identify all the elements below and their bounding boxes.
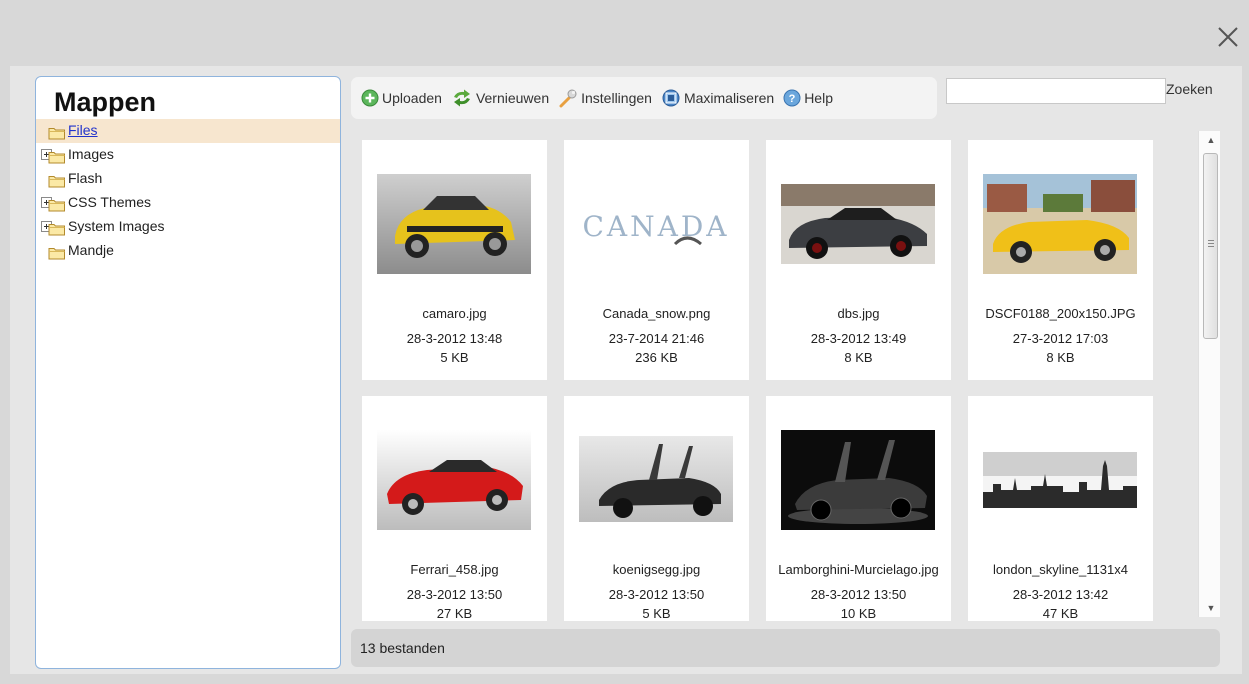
file-tile[interactable]: DSCF0188_200x150.JPG 27-3-2012 17:03 8 KB — [968, 140, 1153, 380]
file-date: 28-3-2012 13:50 — [406, 587, 503, 602]
upload-button[interactable]: Uploaden — [361, 89, 442, 107]
file-size: 236 KB — [635, 350, 678, 365]
file-size: 5 KB — [440, 350, 469, 365]
file-thumbnail — [579, 430, 733, 530]
vertical-scrollbar[interactable]: ▲ ▼ — [1198, 131, 1220, 617]
folder-label: System Images — [68, 218, 165, 234]
settings-button[interactable]: Instellingen — [558, 88, 652, 108]
folder-item[interactable]: System Images — [36, 215, 340, 239]
scroll-down-arrow-icon[interactable]: ▼ — [1199, 599, 1220, 617]
maximize-icon — [662, 89, 680, 107]
file-date: 28-3-2012 13:48 — [406, 331, 503, 346]
file-name: Canada_snow.png — [602, 306, 711, 321]
settings-label: Instellingen — [581, 90, 652, 106]
wrench-icon — [559, 89, 577, 108]
file-thumbnail — [983, 430, 1137, 530]
folder-label: Files — [68, 122, 98, 138]
toolbar: Uploaden Vernieuwen Instellingen Maximal… — [351, 77, 937, 119]
close-icon[interactable] — [1213, 22, 1243, 52]
file-tile[interactable]: koenigsegg.jpg 28-3-2012 13:50 5 KB — [564, 396, 749, 621]
file-grid-area: camaro.jpg 28-3-2012 13:48 5 KB CANADA Canad… — [351, 127, 1220, 621]
refresh-button[interactable]: Vernieuwen — [451, 89, 549, 107]
folder-icon — [48, 148, 66, 164]
file-thumbnail — [377, 430, 531, 530]
folder-item[interactable]: Flash — [36, 167, 340, 191]
file-size: 27 KB — [436, 606, 473, 621]
file-name: koenigsegg.jpg — [612, 562, 701, 577]
file-name: Lamborghini-Murcielago.jpg — [778, 562, 939, 577]
folder-icon — [48, 124, 66, 140]
file-size: 5 KB — [642, 606, 671, 621]
svg-text:CANADA: CANADA — [582, 210, 729, 243]
file-tile[interactable]: Ferrari_458.jpg 28-3-2012 13:50 27 KB — [362, 396, 547, 621]
folder-label: CSS Themes — [68, 194, 151, 210]
svg-text:?: ? — [789, 93, 796, 105]
file-thumbnail — [377, 174, 531, 274]
file-size: 8 KB — [844, 350, 873, 365]
folder-icon — [48, 244, 66, 260]
status-bar: 13 bestanden — [351, 629, 1220, 667]
file-date: 27-3-2012 17:03 — [1012, 331, 1109, 346]
folders-pane: Mappen Files Images Flash CSS Themes System … — [35, 76, 341, 669]
folder-item[interactable]: Mandje — [36, 239, 340, 263]
search-input[interactable] — [946, 78, 1166, 104]
grip-icon — [1208, 240, 1214, 247]
file-date: 23-7-2014 21:46 — [608, 331, 705, 346]
folder-label: Mandje — [68, 242, 114, 258]
help-button[interactable]: ? Help — [783, 89, 833, 107]
file-name: Ferrari_458.jpg — [410, 562, 499, 577]
file-name: london_skyline_1131x4 — [993, 562, 1128, 577]
file-date: 28-3-2012 13:50 — [608, 587, 705, 602]
file-size: 8 KB — [1046, 350, 1075, 365]
file-thumbnail: CANADA — [579, 174, 733, 274]
refresh-label: Vernieuwen — [475, 90, 550, 106]
file-tile[interactable]: dbs.jpg 28-3-2012 13:49 8 KB — [766, 140, 951, 380]
maximize-label: Maximaliseren — [683, 90, 775, 106]
file-date: 28-3-2012 13:42 — [1012, 587, 1109, 602]
file-manager-dialog: Mappen Files Images Flash CSS Themes System … — [10, 66, 1242, 674]
scroll-up-arrow-icon[interactable]: ▲ — [1199, 131, 1220, 149]
file-size: 47 KB — [1042, 606, 1079, 621]
upload-label: Uploaden — [382, 90, 442, 106]
file-name: dbs.jpg — [837, 306, 880, 321]
help-icon: ? — [783, 89, 801, 107]
folder-label: Flash — [68, 170, 103, 186]
folders-title: Mappen — [54, 87, 157, 117]
folder-icon — [48, 196, 66, 212]
folder-icon — [48, 220, 66, 236]
file-tile[interactable]: CANADA Canada_snow.png 23-7-2014 21:46 236 … — [564, 140, 749, 380]
folder-item[interactable]: Images — [36, 143, 340, 167]
file-tile[interactable]: london_skyline_1131x4 28-3-2012 13:42 47 K… — [968, 396, 1153, 621]
file-thumbnail — [781, 430, 935, 530]
folder-label: Images — [68, 146, 114, 162]
file-tile[interactable]: camaro.jpg 28-3-2012 13:48 5 KB — [362, 140, 547, 380]
scrollbar-thumb[interactable] — [1203, 153, 1218, 339]
folder-icon — [48, 172, 66, 188]
search-button[interactable]: Zoeken — [1166, 81, 1213, 97]
file-name: DSCF0188_200x150.JPG — [985, 306, 1136, 321]
help-label: Help — [804, 90, 833, 106]
folder-item[interactable]: CSS Themes — [36, 191, 340, 215]
file-name: camaro.jpg — [422, 306, 487, 321]
file-date: 28-3-2012 13:50 — [810, 587, 907, 602]
file-size: 10 KB — [840, 606, 877, 621]
folder-item[interactable]: Files — [36, 119, 340, 143]
upload-plus-icon — [361, 89, 379, 107]
file-date: 28-3-2012 13:49 — [810, 331, 907, 346]
file-thumbnail — [983, 174, 1137, 274]
file-thumbnail — [781, 174, 935, 274]
file-tile[interactable]: Lamborghini-Murcielago.jpg 28-3-2012 13:5… — [766, 396, 951, 621]
maximize-button[interactable]: Maximaliseren — [661, 88, 774, 108]
refresh-arrows-icon — [453, 89, 470, 107]
folder-tree: Files Images Flash CSS Themes System Images M… — [36, 119, 340, 263]
